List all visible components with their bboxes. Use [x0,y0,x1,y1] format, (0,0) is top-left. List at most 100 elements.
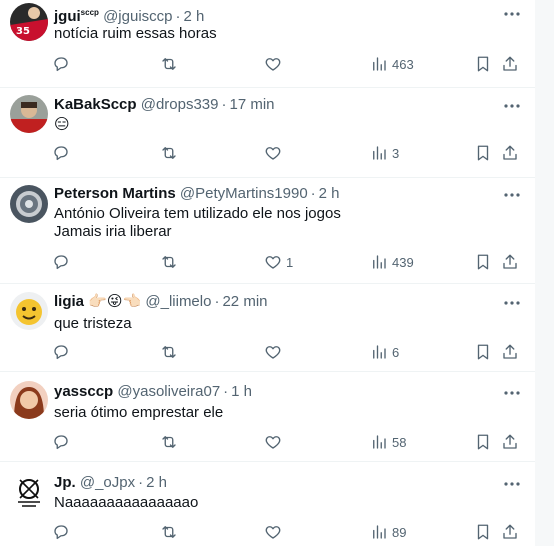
action-bar: 6 [0,342,535,362]
avatar[interactable] [10,381,48,419]
bookmark-button[interactable] [474,54,492,74]
like-button[interactable] [264,432,286,452]
like-count: 1 [286,254,294,270]
timestamp[interactable]: 1 h [231,383,252,400]
reply-button[interactable] [52,252,70,272]
retweet-button[interactable] [160,342,178,362]
retweet-icon [162,58,176,70]
retweet-button[interactable] [160,522,178,542]
like-button[interactable] [264,342,286,362]
share-icon [503,524,517,539]
share-button[interactable] [501,54,519,74]
like-button[interactable] [264,143,286,163]
user-handle[interactable]: @_liimelo [145,293,211,310]
more-icon[interactable] [503,5,521,23]
share-button[interactable] [501,432,519,452]
like-icon [265,147,281,160]
views-button[interactable]: 463 [370,54,414,74]
more-icon[interactable] [503,384,521,402]
avatar[interactable]: 35 [10,3,48,41]
views-button[interactable]: 3 [370,143,399,163]
share-button[interactable] [501,342,519,362]
user-handle[interactable]: @_oJpx [80,474,135,491]
views-button[interactable]: 58 [370,432,406,452]
like-icon [265,256,281,269]
avatar[interactable] [10,472,48,510]
share-button[interactable] [501,252,519,272]
more-icon[interactable] [503,186,521,204]
reply-tweet[interactable]: KaBakSccp @drops339 · 17 min 😑 3 [0,88,535,178]
avatar[interactable] [10,185,48,223]
bookmark-button[interactable] [474,342,492,362]
views-button[interactable]: 6 [370,342,399,362]
reply-button[interactable] [52,143,70,163]
retweet-button[interactable] [160,54,178,74]
reply-tweet[interactable]: yassccp @yasoliveira07 · 1 h seria ótimo e… [0,372,535,462]
share-icon [503,56,517,71]
display-name[interactable]: yassccp [54,383,113,400]
bookmark-icon [477,145,489,161]
timestamp[interactable]: 2 h [319,185,340,202]
reply-tweet[interactable]: Peterson Martins @PetyMartins1990 · 2 h An… [0,178,535,284]
scrollbar[interactable] [535,0,554,546]
user-handle[interactable]: @drops339 [141,96,219,113]
reply-tweet[interactable]: ligia 👉🏻😜👈🏻 @_liimelo · 22 min que tristez… [0,284,535,372]
more-icon[interactable] [503,97,521,115]
like-button[interactable]: 1 [264,252,293,272]
reply-tweet[interactable]: Jp. @_oJpx · 2 h Naaaaaaaaaaaaaaao 89 [0,462,535,546]
bookmark-button[interactable] [474,252,492,272]
display-name[interactable]: Peterson Martins [54,185,176,202]
tweet-header: Jp. @_oJpx · 2 h [54,474,167,491]
view-count: 463 [392,56,414,72]
reply-icon [54,345,68,360]
like-button[interactable] [264,522,286,542]
avatar[interactable] [10,292,48,330]
views-icon [373,255,386,269]
user-handle[interactable]: @PetyMartins1990 [180,185,308,202]
more-icon[interactable] [503,475,521,493]
reply-tweet[interactable]: 35 jguisccp @jguisccp · 2 h notícia ruim e… [0,0,535,88]
share-icon [503,145,517,160]
tweet-text: António Oliveira tem utilizado ele nos j… [54,205,341,240]
tweet-header: ligia 👉🏻😜👈🏻 @_liimelo · 22 min [54,293,268,310]
share-button[interactable] [501,522,519,542]
user-handle[interactable]: @jguisccp [103,8,172,25]
retweet-button[interactable] [160,143,178,163]
display-name[interactable]: KaBakSccp [54,96,137,113]
like-icon [265,526,281,539]
timestamp[interactable]: 2 h [184,8,205,25]
reply-button[interactable] [52,54,70,74]
views-button[interactable]: 89 [370,522,406,542]
view-count: 6 [392,344,400,360]
tweet-header: yassccp @yasoliveira07 · 1 h [54,383,253,400]
tweet-text: Naaaaaaaaaaaaaaao [54,494,199,511]
user-handle[interactable]: @yasoliveira07 [117,383,220,400]
more-icon[interactable] [503,294,521,312]
view-count: 3 [392,145,400,161]
timestamp[interactable]: 17 min [230,96,275,113]
reply-button[interactable] [52,522,70,542]
reply-icon [54,525,68,540]
reply-icon [54,435,68,450]
bookmark-button[interactable] [474,522,492,542]
retweet-button[interactable] [160,252,178,272]
display-name[interactable]: Jp. [54,474,76,491]
action-bar: 463 [0,54,535,74]
share-button[interactable] [501,143,519,163]
timestamp[interactable]: 2 h [146,474,167,491]
like-button[interactable] [264,54,286,74]
bookmark-button[interactable] [474,143,492,163]
bookmark-icon [477,344,489,360]
display-name[interactable]: ligia [54,293,84,310]
timestamp[interactable]: 22 min [222,293,267,310]
avatar[interactable] [10,95,48,133]
share-icon [503,254,517,269]
reply-button[interactable] [52,342,70,362]
views-button[interactable]: 439 [370,252,414,272]
retweet-button[interactable] [160,432,178,452]
tweet-header: jguisccp @jguisccp · 2 h [54,8,205,25]
tweet-text: seria ótimo emprestar ele [54,404,224,421]
bookmark-button[interactable] [474,432,492,452]
reply-button[interactable] [52,432,70,452]
display-name[interactable]: jguisccp [54,8,99,25]
